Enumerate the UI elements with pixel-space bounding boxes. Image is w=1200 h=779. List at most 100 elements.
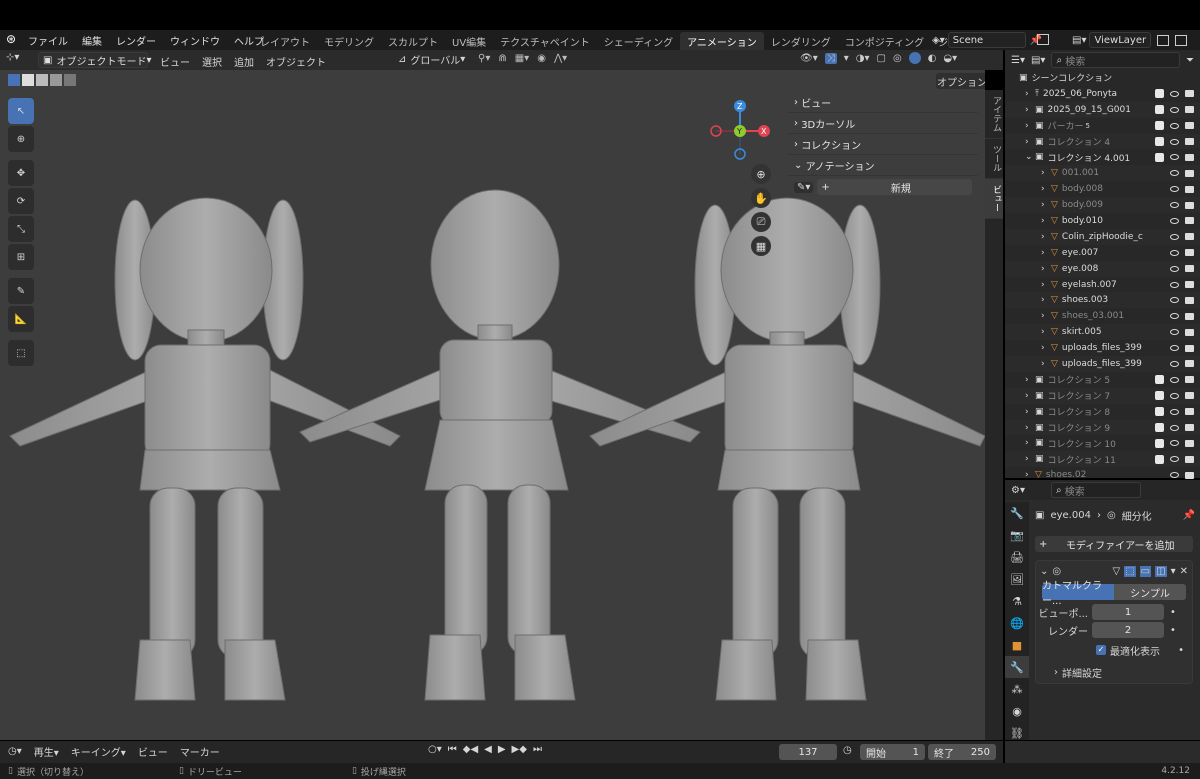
output-tab-icon[interactable]: 🖨 (1005, 546, 1029, 568)
record-icon[interactable]: ○▾ (428, 744, 442, 755)
snap-target-icon[interactable]: ▦▾ (515, 53, 529, 64)
panel-3d-cursor[interactable]: › 3Dカーソル (788, 113, 978, 134)
eye-icon[interactable] (1170, 456, 1179, 463)
solid-shading-icon[interactable] (908, 52, 921, 64)
render-levels-field[interactable]: 2 (1092, 622, 1164, 638)
clock-icon[interactable]: ◷ (843, 745, 852, 756)
chevron-right-icon[interactable]: › (1041, 327, 1051, 337)
eye-icon[interactable] (1170, 202, 1179, 209)
camera-icon[interactable] (1185, 424, 1194, 432)
chevron-right-icon[interactable]: › (1041, 232, 1051, 242)
material-shading-icon[interactable]: ◐ (928, 53, 937, 64)
outliner-row[interactable]: › ▣ 2025_09_15_G001 (1005, 101, 1200, 118)
camera-icon[interactable] (1185, 455, 1194, 463)
outliner-row[interactable]: › ▽ uploads_files_399 (1005, 356, 1200, 372)
eye-icon[interactable] (1170, 313, 1179, 320)
camera-icon[interactable] (1185, 106, 1194, 114)
render-display-icon[interactable]: ◫ (1155, 565, 1167, 577)
outliner-row[interactable]: › ▣ コレクション 8 (1005, 404, 1200, 420)
chevron-right-icon[interactable]: › (1041, 280, 1051, 290)
eye-icon[interactable] (1170, 281, 1179, 288)
snap-icon[interactable]: ⋒ (498, 53, 506, 64)
scene-selector[interactable]: ◈▾ Scene 📌 (932, 32, 1052, 48)
camera-icon[interactable] (1185, 201, 1194, 209)
chevron-right-icon[interactable]: › (1025, 438, 1035, 448)
eye-icon[interactable] (1170, 170, 1179, 177)
chevron-right-icon[interactable]: › (1025, 121, 1035, 131)
scene-collection-row[interactable]: ▣ シーンコレクション (1005, 70, 1200, 86)
new-annotation-button[interactable]: + 新規 (817, 179, 972, 195)
blender-icon[interactable]: ⊛ (6, 32, 16, 46)
tab-layout[interactable]: レイアウト (253, 32, 317, 50)
outliner-row[interactable]: › ▽ body.009 (1005, 197, 1200, 214)
new-scene-icon[interactable] (1037, 34, 1049, 45)
exclude-checkbox[interactable] (1155, 152, 1164, 162)
eye-icon[interactable] (1170, 360, 1179, 367)
camera-icon[interactable] (1185, 344, 1194, 352)
chevron-right-icon[interactable]: › (1041, 343, 1051, 353)
properties-editor-icon[interactable]: ⚙▾ (1011, 485, 1025, 496)
navigation-gizmo[interactable]: Z X Y (700, 96, 780, 166)
outliner-row[interactable]: › ▽ eye.008 (1005, 260, 1200, 277)
viewport-display-icon[interactable]: ▭ (1139, 565, 1152, 577)
outliner-row[interactable]: › ▣ コレクション 11 (1005, 451, 1200, 468)
rendered-shading-icon[interactable]: ◒▾ (943, 53, 957, 64)
camera-icon[interactable] (1185, 296, 1194, 304)
outliner-editor-icon[interactable]: ☰▾ (1011, 55, 1025, 66)
filter-icon[interactable]: ⏷ (1186, 55, 1194, 66)
tab-animation[interactable]: アニメーション (680, 32, 764, 50)
orientation-selector[interactable]: ⊿ グローバル ▾ (398, 52, 465, 67)
editmode-icon[interactable]: ▽ (1113, 566, 1121, 577)
outliner-row[interactable]: › ▣ コレクション 7 (1005, 387, 1200, 404)
eye-icon[interactable] (1170, 233, 1179, 240)
camera-icon[interactable] (1185, 392, 1194, 400)
wireframe-shading-icon[interactable]: ◎ (893, 53, 902, 64)
outliner-row[interactable]: › ▽ body.010 (1005, 213, 1200, 229)
character-right[interactable] (589, 197, 985, 701)
play-icon[interactable]: ▶ (498, 744, 506, 755)
falloff-icon[interactable]: ⋀▾ (554, 53, 567, 64)
camera-icon[interactable] (1185, 408, 1194, 416)
camera-icon[interactable] (1185, 249, 1194, 257)
modifier-tab-icon[interactable]: 🔧 (1005, 656, 1029, 678)
chevron-right-icon[interactable]: › (1041, 295, 1051, 305)
camera-icon[interactable] (1185, 138, 1194, 145)
character-left[interactable] (9, 197, 401, 701)
cage-icon[interactable]: ⬚ (1124, 565, 1136, 577)
eye-icon[interactable] (1170, 265, 1179, 272)
mode-selector[interactable]: ▣ オブジェクトモード ▾ (38, 52, 151, 68)
chevron-right-icon[interactable]: › (1041, 248, 1051, 258)
outliner-row[interactable]: › ▽ eyelash.007 (1005, 277, 1200, 293)
menu-file[interactable]: ファイル (28, 33, 68, 48)
outliner-row[interactable]: › ⤒ 2025_06_Ponyta (1005, 86, 1200, 102)
pivot-icon[interactable]: ⚲▾ (478, 53, 490, 64)
current-frame-field[interactable]: 137 (779, 744, 837, 760)
physics-tab-icon[interactable]: ◉ (1005, 700, 1029, 722)
tab-shading[interactable]: シェーディング (597, 32, 680, 50)
eye-icon[interactable] (1170, 345, 1179, 352)
eye-icon[interactable] (1170, 424, 1179, 431)
chevron-right-icon[interactable]: › (1041, 264, 1051, 274)
scene-tab-icon[interactable]: ⚗ (1005, 590, 1029, 612)
eye-icon[interactable] (1170, 472, 1179, 479)
eye-icon[interactable] (1170, 329, 1179, 336)
tab-uv-editing[interactable]: UV編集 (445, 32, 493, 50)
outliner-search[interactable]: ⌕ 検索 (1051, 52, 1180, 68)
camera-icon[interactable] (1185, 376, 1194, 384)
particles-tab-icon[interactable]: ⁂ (1005, 678, 1029, 700)
camera-icon[interactable] (1185, 312, 1194, 320)
chevron-right-icon[interactable]: › (1025, 105, 1035, 115)
menu-edit[interactable]: 編集 (82, 33, 102, 48)
exclude-checkbox[interactable] (1155, 105, 1164, 115)
exclude-checkbox[interactable] (1155, 454, 1164, 464)
menu-keying[interactable]: キーイング▾ (71, 744, 126, 759)
exclude-checkbox[interactable] (1155, 423, 1164, 433)
menu-select[interactable]: 選択 (202, 54, 222, 69)
next-keyframe-icon[interactable]: ▶◆ (512, 744, 527, 755)
exclude-checkbox[interactable] (1155, 438, 1164, 448)
outliner-row[interactable]: › ▽ uploads_files_399 (1005, 340, 1200, 356)
tab-rendering[interactable]: レンダリング (764, 32, 838, 50)
menu-render[interactable]: レンダー (116, 33, 156, 48)
exclude-checkbox[interactable] (1155, 375, 1164, 385)
side-tab-view[interactable]: ビュー (985, 179, 1003, 219)
